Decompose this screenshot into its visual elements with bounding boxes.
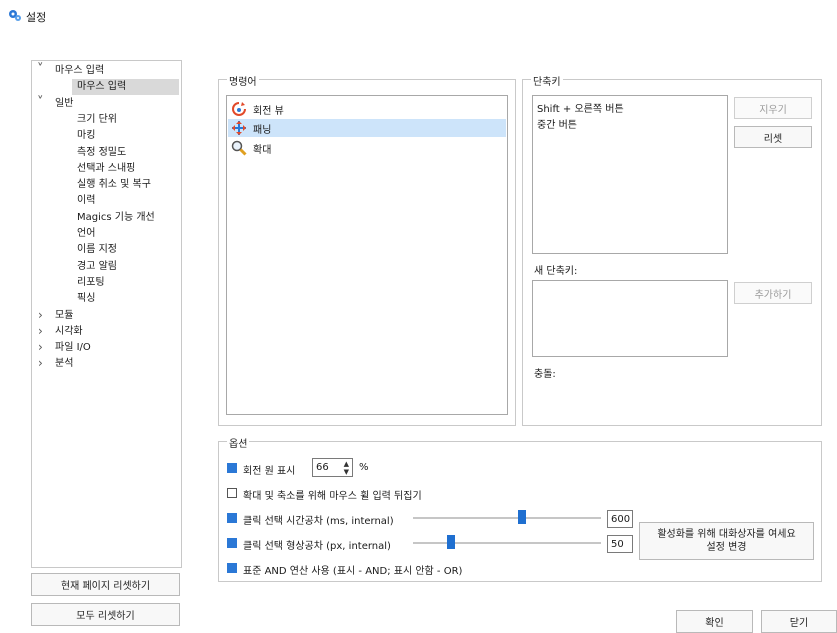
ok-button[interactable]: 확인 xyxy=(676,610,753,633)
tree-item-label: 파일 I/O xyxy=(55,342,91,354)
tree-category[interactable]: › 모듈 xyxy=(32,308,179,324)
delete-shortcut-button[interactable]: 지우기 xyxy=(734,97,812,119)
list-item[interactable]: 패닝 xyxy=(228,119,506,137)
tree-item-label: 리포팅 xyxy=(77,276,105,288)
tree-item-label: 크기 단위 xyxy=(77,113,117,125)
list-item-label: 회전 뷰 xyxy=(253,106,284,117)
invert-wheel-label: 확대 및 축소를 위해 마우스 휠 입력 뒤집기 xyxy=(243,491,422,502)
tree-item[interactable]: 마우스 입력 xyxy=(72,79,179,96)
tree-item-label: 마킹 xyxy=(77,130,96,142)
commands-title: 명령어 xyxy=(227,73,259,88)
list-item[interactable]: 중간 버튼 xyxy=(537,116,577,131)
tree-item[interactable]: 마킹 xyxy=(32,128,179,144)
tree-category[interactable]: ˅ 마우스 입력 xyxy=(32,62,179,79)
tree-category[interactable]: › 시각화 xyxy=(32,324,179,340)
chevron-right-icon[interactable]: › xyxy=(38,355,43,371)
tree-item-label: 언어 xyxy=(77,228,96,239)
tree-item-label: Magics 기능 개선 xyxy=(77,211,155,223)
reset-all-button[interactable]: 모두 리셋하기 xyxy=(31,603,180,626)
tree-item-label: 모듈 xyxy=(55,309,74,321)
click-time-slider-thumb[interactable] xyxy=(518,510,527,524)
tree-item-label: 이력 xyxy=(77,195,96,207)
click-time-slider[interactable] xyxy=(413,517,601,519)
tree-item-label: 마우스 입력 xyxy=(77,81,127,93)
reset-shortcut-button[interactable]: 리셋 xyxy=(734,126,812,148)
add-shortcut-button[interactable]: 추가하기 xyxy=(734,282,812,304)
gears-icon xyxy=(8,8,22,22)
and-operation-label: 표준 AND 연산 사용 (표시 - AND; 표시 안함 - OR) xyxy=(243,566,463,577)
click-time-value-text: 600 xyxy=(611,513,631,525)
click-shape-label: 클릭 선택 형상공차 (px, internal) xyxy=(243,541,391,552)
reset-page-button[interactable]: 현재 페이지 리셋하기 xyxy=(31,573,180,596)
chevron-right-icon[interactable]: › xyxy=(38,307,43,323)
tree-item-label: 선택과 스내핑 xyxy=(77,162,136,174)
tree-item[interactable]: 실행 취소 및 복구 xyxy=(32,177,179,193)
tree-item[interactable]: Magics 기능 개선 xyxy=(32,210,179,226)
shortcuts-title: 단축키 xyxy=(531,73,563,88)
click-time-checkbox[interactable] xyxy=(227,513,237,523)
open-dialog-button-label: 활성화를 위해 대화상자를 여세요 설정 변경 xyxy=(657,529,796,553)
click-shape-checkbox[interactable] xyxy=(227,538,237,548)
spin-arrows-icon[interactable]: ▲ ▼ xyxy=(344,460,349,476)
click-shape-value-text: 50 xyxy=(611,538,624,550)
click-time-value[interactable]: 600 xyxy=(607,510,633,528)
tree-item[interactable]: 측정 정밀도 xyxy=(32,145,179,161)
open-dialog-button[interactable]: 활성화를 위해 대화상자를 여세요 설정 변경 xyxy=(639,522,814,560)
tree-item[interactable]: 픽싱 xyxy=(32,291,179,307)
and-operation-checkbox[interactable] xyxy=(227,563,237,573)
list-item[interactable]: 확대 xyxy=(228,139,506,157)
list-item-label: 확대 xyxy=(253,145,272,156)
rotation-center-value: 66 xyxy=(316,462,329,473)
new-shortcut-input[interactable] xyxy=(532,280,728,357)
zoom-icon xyxy=(231,140,247,156)
tree-item-label: 실행 취소 및 복구 xyxy=(77,179,151,191)
rotation-center-unit: % xyxy=(359,462,369,473)
tree-item[interactable]: 크기 단위 xyxy=(32,112,179,128)
tree-item[interactable]: 리포팅 xyxy=(32,275,179,291)
chevron-right-icon[interactable]: › xyxy=(38,339,43,355)
chevron-down-icon[interactable]: ˅ xyxy=(37,95,44,111)
chevron-down-icon[interactable]: ˅ xyxy=(37,62,44,78)
new-shortcut-label: 새 단축키: xyxy=(534,266,578,277)
tree-item-label: 픽싱 xyxy=(77,293,96,305)
click-shape-value[interactable]: 50 xyxy=(607,535,633,553)
rotation-center-spinbox[interactable]: 66 ▲ ▼ xyxy=(312,458,353,477)
commands-list[interactable]: 회전 뷰 패닝 확대 xyxy=(226,95,508,415)
tree-item-label: 분석 xyxy=(55,358,74,370)
close-button[interactable]: 닫기 xyxy=(761,610,837,633)
list-item[interactable]: 회전 뷰 xyxy=(228,100,506,118)
tree-item[interactable]: 선택과 스내핑 xyxy=(32,161,179,177)
options-title: 옵션 xyxy=(227,435,250,450)
list-item-label: 패닝 xyxy=(253,125,272,136)
click-shape-slider-thumb[interactable] xyxy=(446,535,455,549)
tree-category[interactable]: › 파일 I/O xyxy=(32,340,179,356)
click-time-label: 클릭 선택 시간공차 (ms, internal) xyxy=(243,516,394,527)
tree-item[interactable]: 언어 xyxy=(32,226,179,242)
tree-item[interactable]: 이름 지정 xyxy=(32,242,179,258)
window-title: 설정 xyxy=(26,11,47,24)
chevron-right-icon[interactable]: › xyxy=(38,323,43,339)
rotation-center-checkbox[interactable] xyxy=(227,463,237,473)
tree-item[interactable]: 이력 xyxy=(32,193,179,209)
tree-item-label: 이름 지정 xyxy=(77,244,117,256)
tree-category[interactable]: › 분석 xyxy=(32,356,179,372)
shortcuts-list[interactable]: Shift + 오른쪽 버튼 중간 버튼 xyxy=(532,95,728,254)
rotate-view-icon xyxy=(231,101,247,117)
tree-item-label: 경고 알림 xyxy=(77,260,117,272)
conflict-label: 충돌: xyxy=(534,369,556,380)
tree-item-label: 시각화 xyxy=(55,325,83,337)
tree-item[interactable]: 경고 알림 xyxy=(32,259,179,275)
click-shape-slider[interactable] xyxy=(413,542,601,544)
list-item[interactable]: Shift + 오른쪽 버튼 xyxy=(537,100,624,115)
tree-item-label: 일반 xyxy=(55,97,74,109)
tree-category[interactable]: ˅ 일반 xyxy=(32,95,179,112)
invert-wheel-checkbox[interactable] xyxy=(227,488,237,498)
tree-item-label: 측정 정밀도 xyxy=(77,146,127,158)
pan-icon xyxy=(231,120,247,136)
tree-item-label: 마우스 입력 xyxy=(55,65,105,76)
rotation-center-label: 회전 원 표시 xyxy=(243,466,296,477)
